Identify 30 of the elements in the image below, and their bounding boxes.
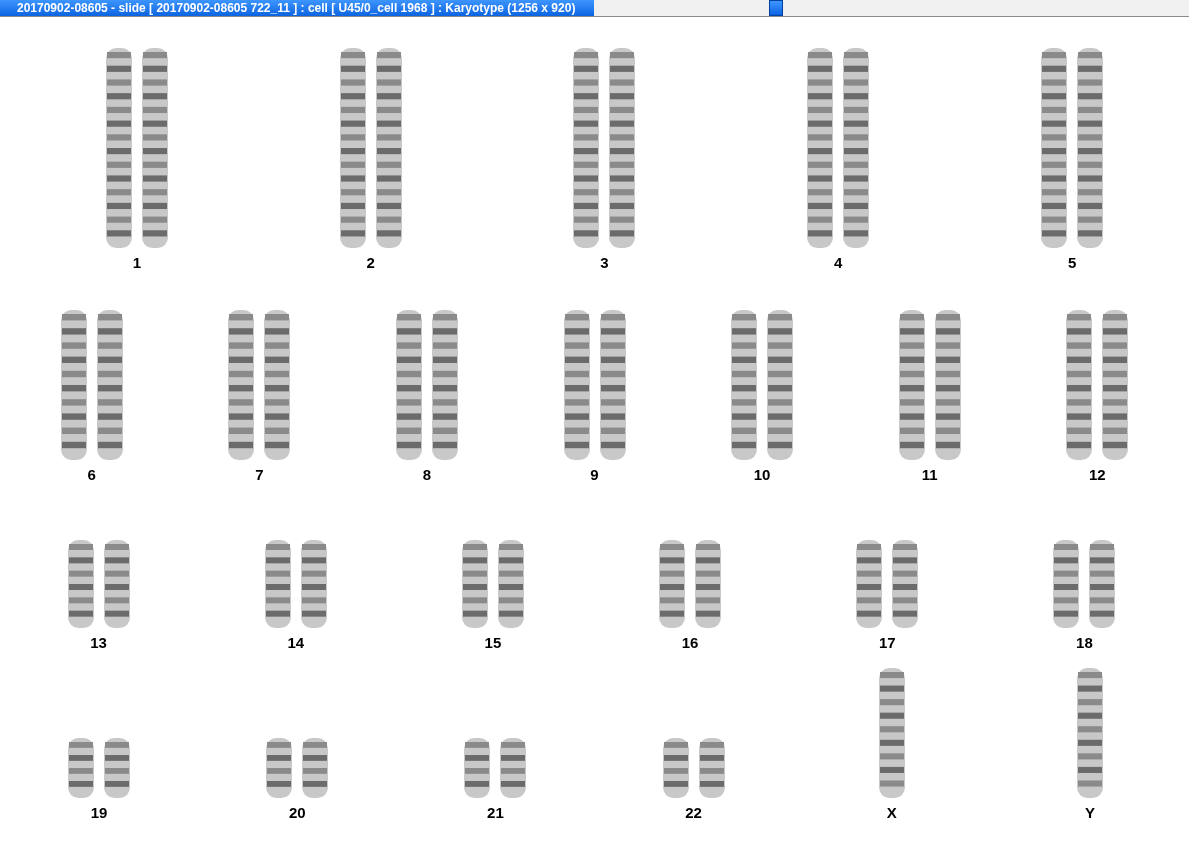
chromosome-label: 9 <box>590 466 599 484</box>
chromosome-label: 4 <box>834 254 843 272</box>
chromosome-label: 6 <box>87 466 96 484</box>
chromosome-label: 19 <box>90 804 108 822</box>
chromosome-label: 21 <box>487 804 504 822</box>
chromosome-label: X <box>886 804 897 822</box>
chromosome-label: 20 <box>288 804 306 822</box>
chromosome-pair-drawing <box>464 738 527 798</box>
chromosome-label: 10 <box>753 466 771 484</box>
chromosome-label: 22 <box>685 804 702 822</box>
chromosome-label: 5 <box>1067 254 1077 272</box>
chromosome-label: 18 <box>1076 634 1093 652</box>
chromosome-label: 12 <box>1088 466 1106 484</box>
chromosome-label: 8 <box>422 466 432 484</box>
chromosome-label: 2 <box>366 254 375 272</box>
chromosome-label: 3 <box>600 254 609 272</box>
chromosome-label: 17 <box>878 634 896 652</box>
chromosome-label: 1 <box>132 254 142 272</box>
chromosome-label: Y <box>1084 804 1095 822</box>
window-button[interactable] <box>769 0 783 16</box>
chromosome-pair-drawing <box>662 738 725 798</box>
window-title: 20170902-08605 - slide [ 20170902-08605 722_11 ] : cell [ U45/0_cell 1968 ] : Karyotype (1256 x 920) <box>0 0 594 16</box>
chromosome-label: 14 <box>287 634 305 652</box>
chromosome-pair-drawing <box>266 738 329 798</box>
chromosome-pair-drawing <box>68 738 131 798</box>
chromosome-label: 15 <box>484 634 502 652</box>
chromosome-label: 7 <box>255 466 264 484</box>
chromosome-label: 11 <box>921 466 938 484</box>
chromosome-label: 13 <box>90 634 107 652</box>
chromosome-label: 16 <box>681 634 699 652</box>
